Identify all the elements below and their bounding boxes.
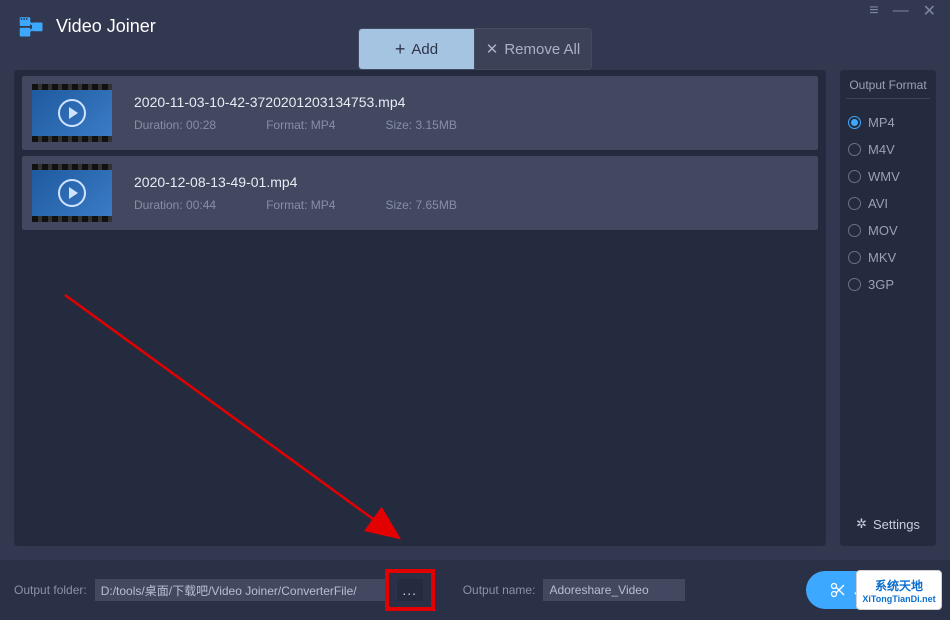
radio-icon <box>848 116 861 129</box>
radio-icon <box>848 278 861 291</box>
format-option-mov[interactable]: MOV <box>848 223 928 238</box>
scissors-icon <box>830 582 846 598</box>
output-format-sidebar: Output Format MP4 M4V WMV AVI MOV MKV 3G… <box>840 70 936 546</box>
output-name-label: Output name: <box>463 583 536 597</box>
output-folder-label: Output folder: <box>14 583 87 597</box>
video-thumbnail[interactable] <box>32 164 112 222</box>
video-duration: Duration: 00:28 <box>134 118 216 132</box>
settings-label: Settings <box>873 517 920 532</box>
video-format: Format: MP4 <box>266 198 335 212</box>
play-icon <box>58 99 86 127</box>
video-item[interactable]: 2020-12-08-13-49-01.mp4 Duration: 00:44 … <box>22 156 818 230</box>
sidebar-title: Output Format <box>846 78 930 99</box>
format-option-wmv[interactable]: WMV <box>848 169 928 184</box>
radio-icon <box>848 143 861 156</box>
play-icon <box>58 179 86 207</box>
video-filename: 2020-11-03-10-42-3720201203134753.mp4 <box>134 94 457 110</box>
add-label: Add <box>411 41 438 58</box>
browse-button[interactable]: ... <box>397 579 423 601</box>
x-icon: ✕ <box>486 40 499 58</box>
app-logo-icon <box>18 12 46 40</box>
video-item[interactable]: 2020-11-03-10-42-3720201203134753.mp4 Du… <box>22 76 818 150</box>
radio-icon <box>848 224 861 237</box>
radio-icon <box>848 170 861 183</box>
gear-icon: ✲ <box>856 516 867 532</box>
plus-icon: + <box>395 39 406 60</box>
add-button[interactable]: + Add <box>358 28 474 70</box>
format-option-avi[interactable]: AVI <box>848 196 928 211</box>
format-option-mp4[interactable]: MP4 <box>848 115 928 130</box>
video-thumbnail[interactable] <box>32 84 112 142</box>
close-icon[interactable]: ✕ <box>923 1 936 21</box>
app-title: Video Joiner <box>56 16 156 37</box>
radio-icon <box>848 251 861 264</box>
video-duration: Duration: 00:44 <box>134 198 216 212</box>
video-size: Size: 3.15MB <box>385 118 456 132</box>
radio-icon <box>848 197 861 210</box>
watermark-badge: 系统天地 XiTongTianDi.net <box>856 570 942 610</box>
remove-label: Remove All <box>504 41 580 58</box>
format-option-3gp[interactable]: 3GP <box>848 277 928 292</box>
annotation-highlight: ... <box>385 569 435 611</box>
output-folder-input[interactable] <box>95 579 387 601</box>
video-format: Format: MP4 <box>266 118 335 132</box>
settings-button[interactable]: ✲ Settings <box>846 516 930 532</box>
format-option-mkv[interactable]: MKV <box>848 250 928 265</box>
menu-icon[interactable]: ≡ <box>869 2 878 20</box>
format-option-m4v[interactable]: M4V <box>848 142 928 157</box>
output-name-input[interactable] <box>543 579 685 601</box>
video-list: 2020-11-03-10-42-3720201203134753.mp4 Du… <box>14 70 826 546</box>
remove-all-button[interactable]: ✕ Remove All <box>474 28 592 70</box>
video-filename: 2020-12-08-13-49-01.mp4 <box>134 174 457 190</box>
video-size: Size: 7.65MB <box>385 198 456 212</box>
minimize-icon[interactable]: — <box>893 2 909 20</box>
